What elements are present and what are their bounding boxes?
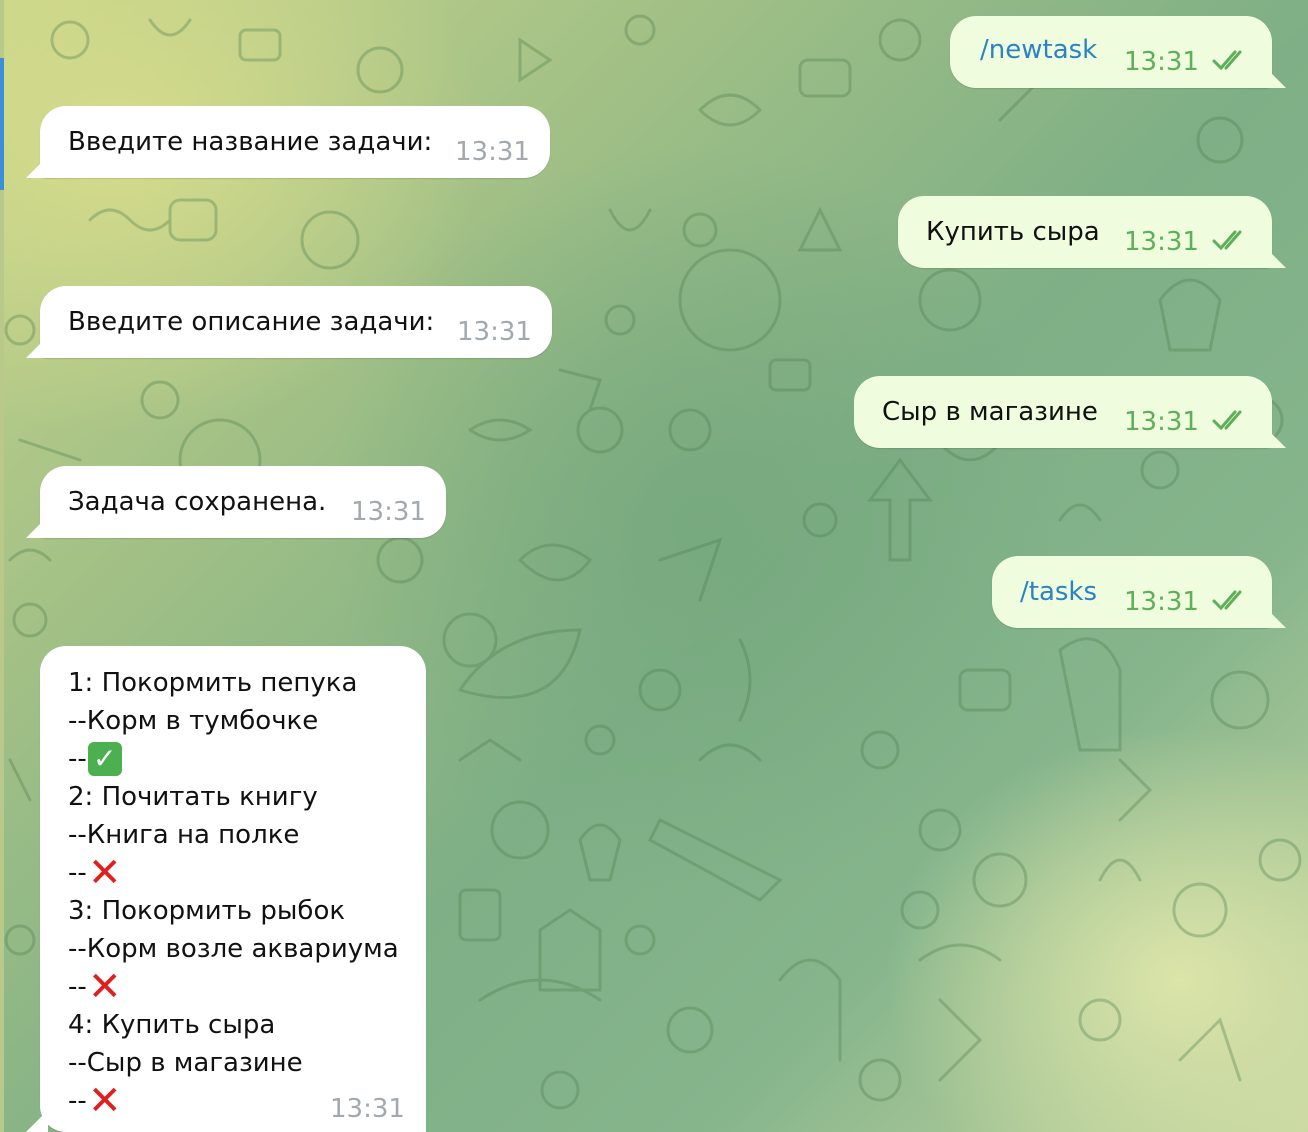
- double-check-icon: [1212, 410, 1242, 431]
- cross-mark-icon: ✕: [88, 964, 122, 1010]
- message-time: 13:31: [330, 1094, 405, 1124]
- command-link-newtask[interactable]: /newtask: [980, 31, 1097, 69]
- message-time: 13:31: [1124, 47, 1199, 77]
- outgoing-message[interactable]: Сыр в магазине 13:31: [854, 376, 1272, 448]
- outgoing-message[interactable]: Купить сыра 13:31: [898, 196, 1272, 268]
- cross-mark-icon: ✕: [88, 1078, 122, 1124]
- message-time: 13:31: [1124, 587, 1199, 617]
- check-mark-icon: ✓: [87, 742, 122, 776]
- selection-accent: [0, 58, 4, 190]
- status-prefix: --: [68, 1086, 87, 1116]
- command-link-tasks[interactable]: /tasks: [1020, 573, 1097, 611]
- task-description: --Корм в тумбочке: [68, 706, 319, 736]
- message-text: Введите описание задачи:: [68, 307, 435, 337]
- double-check-icon: [1212, 590, 1242, 611]
- status-prefix: --: [68, 858, 87, 888]
- task-list: 1: Покормить пепука --Корм в тумбочке --…: [68, 664, 399, 1124]
- message-time: 13:31: [1124, 227, 1199, 257]
- task-description: --Сыр в магазине: [68, 1048, 303, 1078]
- task-description: --Книга на полке: [68, 820, 300, 850]
- incoming-message[interactable]: Введите описание задачи: 13:31: [40, 286, 552, 358]
- task-title: 1: Покормить пепука: [68, 668, 358, 698]
- incoming-message[interactable]: Задача сохранена. 13:31: [40, 466, 446, 538]
- message-text: Сыр в магазине: [882, 397, 1098, 427]
- task-title: 2: Почитать книгу: [68, 782, 318, 812]
- left-panel-edge: [0, 0, 4, 1132]
- message-text: Введите название задачи:: [68, 127, 433, 157]
- message-time: 13:31: [457, 317, 532, 347]
- task-status: -- ✕: [68, 850, 399, 896]
- cross-mark-icon: ✕: [88, 850, 122, 896]
- task-title: 4: Купить сыра: [68, 1010, 276, 1040]
- status-prefix: --: [68, 744, 87, 774]
- message-time: 13:31: [1124, 407, 1199, 437]
- task-title: 3: Покормить рыбок: [68, 896, 346, 926]
- status-prefix: --: [68, 972, 87, 1002]
- outgoing-message[interactable]: /newtask 13:31: [950, 16, 1272, 88]
- double-check-icon: [1212, 50, 1242, 71]
- double-check-icon: [1212, 230, 1242, 251]
- message-time: 13:31: [351, 497, 426, 527]
- incoming-message[interactable]: Введите название задачи: 13:31: [40, 106, 550, 178]
- message-text: Задача сохранена.: [68, 487, 327, 517]
- message-text: Купить сыра: [926, 217, 1100, 247]
- outgoing-message[interactable]: /tasks 13:31: [992, 556, 1272, 628]
- task-status: -- ✓: [68, 740, 399, 778]
- task-description: --Корм возле аквариума: [68, 934, 399, 964]
- message-time: 13:31: [455, 137, 530, 167]
- task-list-message[interactable]: 1: Покормить пепука --Корм в тумбочке --…: [40, 646, 426, 1132]
- task-status: -- ✕: [68, 964, 399, 1010]
